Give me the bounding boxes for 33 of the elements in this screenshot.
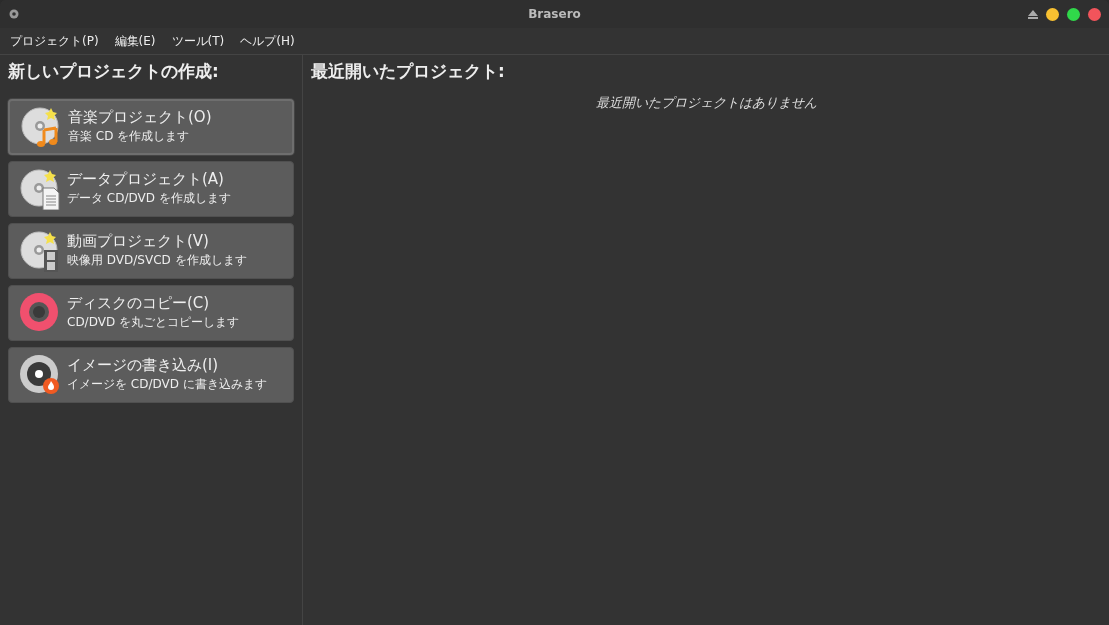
- disc-icon: [19, 291, 61, 334]
- section-heading: 新しいプロジェクトの作成:: [8, 60, 220, 83]
- cd-document-icon: [19, 167, 61, 210]
- minimize-button[interactable]: [1046, 7, 1059, 21]
- window-title: Brasero: [528, 6, 581, 23]
- menu-item[interactable]: プロジェクト(P): [10, 32, 99, 50]
- project-button[interactable]: 動画プロジェクト(V) 映像用 DVD/SVCD を作成します: [8, 222, 294, 279]
- cd-music-icon: [20, 105, 62, 148]
- button-description: CD/DVD を丸ごとコピーします: [67, 313, 239, 331]
- project-button[interactable]: 音楽プロジェクト(O) 音楽 CD を作成します: [8, 98, 294, 155]
- cd-film-icon: [19, 229, 61, 272]
- empty-message: 最近開いたプロジェクトはありません: [594, 93, 818, 112]
- project-button[interactable]: イメージの書き込み(I) イメージを CD/DVD に書き込みます: [8, 346, 294, 403]
- project-button[interactable]: ディスクのコピー(C) CD/DVD を丸ごとコピーします: [8, 284, 294, 341]
- menu-item[interactable]: ツール(T): [171, 32, 225, 50]
- button-title: データプロジェクト(A): [67, 170, 225, 190]
- section-heading: 最近開いたプロジェクト:: [311, 60, 506, 83]
- button-description: 映像用 DVD/SVCD を作成します: [67, 251, 247, 269]
- maximize-button[interactable]: [1067, 7, 1080, 21]
- project-button[interactable]: データプロジェクト(A) データ CD/DVD を作成します: [8, 160, 294, 217]
- settings-icon[interactable]: [8, 8, 20, 20]
- button-description: イメージを CD/DVD に書き込みます: [67, 375, 267, 393]
- close-button[interactable]: [1088, 7, 1101, 21]
- button-title: 音楽プロジェクト(O): [68, 108, 212, 128]
- eject-icon[interactable]: [1028, 9, 1038, 19]
- menu-item[interactable]: ヘルプ(H): [240, 32, 295, 50]
- button-title: イメージの書き込み(I): [67, 356, 220, 376]
- button-title: ディスクのコピー(C): [67, 294, 211, 314]
- button-description: データ CD/DVD を作成します: [67, 189, 231, 207]
- button-title: 動画プロジェクト(V): [67, 232, 210, 252]
- disc-flame-icon: [19, 353, 61, 396]
- button-description: 音楽 CD を作成します: [68, 127, 191, 145]
- menu-item[interactable]: 編集(E): [114, 32, 156, 50]
